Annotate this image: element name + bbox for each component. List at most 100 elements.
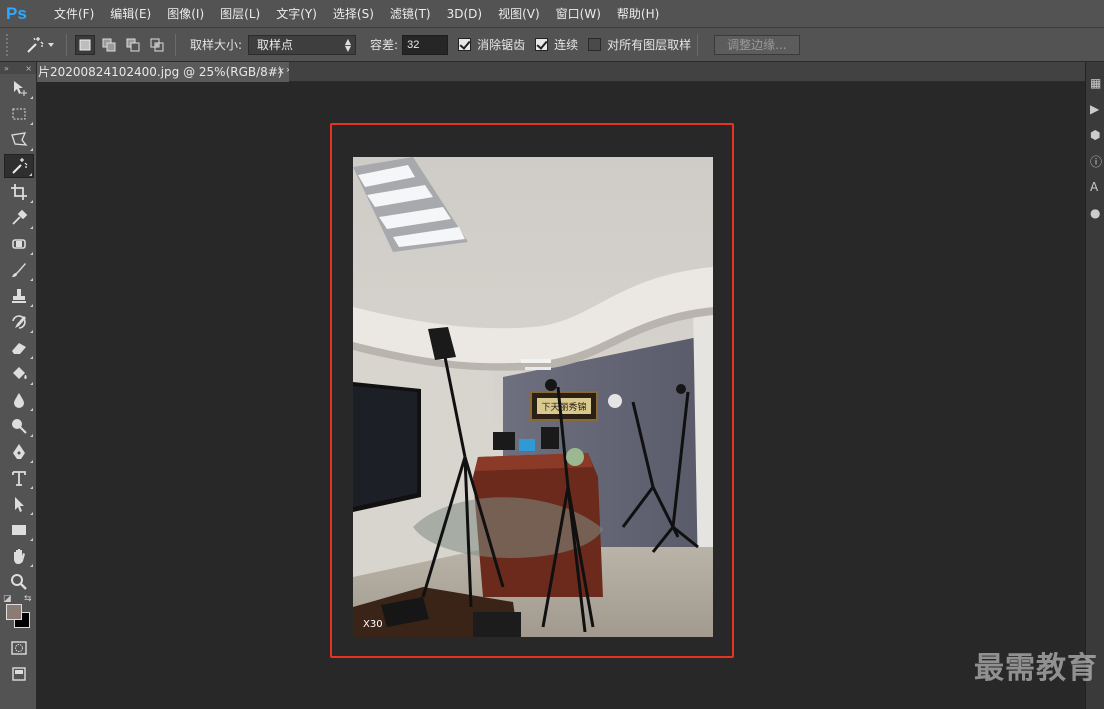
menu-image[interactable]: 图像(I) <box>159 0 212 28</box>
screen-mode-icon <box>12 667 26 681</box>
marquee-tool[interactable] <box>4 102 34 126</box>
actions-panel-icon[interactable]: ▶ <box>1086 96 1104 122</box>
path-selection-tool[interactable] <box>4 492 34 516</box>
new-selection-icon <box>79 39 91 50</box>
type-icon <box>12 471 26 486</box>
quick-mask-icon <box>11 641 27 655</box>
rectangle-tool[interactable] <box>4 518 34 542</box>
swap-colors-icon[interactable]: ⇆ <box>24 594 32 604</box>
close-tab-icon[interactable]: × <box>277 62 285 82</box>
hand-icon <box>14 549 25 564</box>
new-selection-button[interactable] <box>75 34 95 55</box>
character-panel-icon[interactable]: A <box>1086 174 1104 200</box>
refine-edge-button[interactable]: 调整边缘... <box>714 34 800 55</box>
menu-edit[interactable]: 编辑(E) <box>102 0 159 28</box>
screen-mode-button[interactable] <box>4 662 34 686</box>
eyedropper-tool[interactable] <box>4 206 34 230</box>
info-panel-icon[interactable]: ⓘ <box>1086 148 1104 174</box>
blur-tool[interactable] <box>4 388 34 412</box>
add-selection-icon <box>102 38 116 51</box>
tolerance-input[interactable]: 32 <box>402 34 449 55</box>
tolerance-label: 容差: <box>370 38 399 52</box>
crop-icon <box>11 184 27 200</box>
polygonal-lasso-icon <box>11 132 28 146</box>
menu-view[interactable]: 视图(V) <box>490 0 548 28</box>
type-tool[interactable] <box>4 466 34 490</box>
menu-layer[interactable]: 图层(L) <box>212 0 268 28</box>
subtract-selection-icon <box>126 38 140 51</box>
menu-help[interactable]: 帮助(H) <box>609 0 667 28</box>
contiguous-checkbox[interactable]: 连续 <box>535 36 578 53</box>
toolbox-header: » × <box>0 62 36 74</box>
menu-type[interactable]: 文字(Y) <box>268 0 325 28</box>
sample-size-label: 取样大小: <box>190 38 243 52</box>
antialias-checkbox[interactable]: 消除锯齿 <box>458 36 525 53</box>
water-drop-icon <box>14 393 24 408</box>
zoom-icon <box>11 574 27 590</box>
right-panel-strip: ▦ ▶ ⬢ ⓘ A ● <box>1085 62 1104 709</box>
sample-size-value: 取样点 <box>257 38 294 52</box>
intersect-selection-button[interactable] <box>147 35 167 55</box>
subtract-from-selection-button[interactable] <box>123 35 143 55</box>
move-icon <box>14 81 27 96</box>
paragraph-panel-icon[interactable]: ● <box>1086 200 1104 226</box>
sample-all-layers-checkbox[interactable]: 对所有图层取样 <box>588 36 691 53</box>
history-brush-icon <box>12 315 26 329</box>
document-tab-title: 图片20200824102400.jpg @ 25%(RGB/8#) * <box>37 65 289 79</box>
pen-tool[interactable] <box>4 440 34 464</box>
dodge-icon <box>12 419 27 434</box>
close-icon[interactable]: × <box>25 64 32 73</box>
history-brush-tool[interactable] <box>4 310 34 334</box>
photoshop-logo: Ps <box>6 3 27 23</box>
healing-brush-tool[interactable] <box>4 232 34 256</box>
checkbox-unchecked-icon <box>588 38 602 51</box>
quick-mask-button[interactable] <box>4 636 34 660</box>
default-colors-icon[interactable]: ◪ <box>3 594 12 604</box>
add-to-selection-button[interactable] <box>99 35 119 55</box>
canvas-area[interactable]: 下天丽秀锦 X30 <box>37 82 1085 709</box>
history-panel-icon[interactable]: ▦ <box>1086 70 1104 96</box>
menu-select[interactable]: 选择(S) <box>325 0 382 28</box>
intersect-selection-icon <box>150 38 164 51</box>
expand-icon[interactable]: » <box>4 64 9 73</box>
spinner-arrows-icon: ▲ ▼ <box>344 36 352 53</box>
zoom-tool[interactable] <box>4 570 34 594</box>
hand-tool[interactable] <box>4 544 34 568</box>
checkbox-checked-icon <box>458 38 472 51</box>
sample-size-select[interactable]: 取样点 ▲ ▼ <box>248 34 357 55</box>
toolbox: » × ◪ ⇆ <box>0 62 37 709</box>
eraser-tool[interactable] <box>4 336 34 360</box>
clone-stamp-tool[interactable] <box>4 284 34 308</box>
magic-wand-icon <box>12 158 28 174</box>
sample-all-layers-label: 对所有图层取样 <box>607 38 692 52</box>
paint-bucket-tool[interactable] <box>4 362 34 386</box>
watermark-text: 最需教育 <box>974 651 1098 686</box>
menu-filter[interactable]: 滤镜(T) <box>382 0 439 28</box>
antialias-label: 消除锯齿 <box>477 38 526 52</box>
tool-preset-picker[interactable] <box>18 33 60 57</box>
chevron-down-icon <box>48 42 54 47</box>
brush-tool[interactable] <box>4 258 34 282</box>
move-tool[interactable] <box>4 76 34 100</box>
document-tabs: 图片20200824102400.jpg @ 25%(RGB/8#) * × <box>37 62 1085 82</box>
menu-file[interactable]: 文件(F) <box>46 0 102 28</box>
color-swatches: ◪ ⇆ <box>0 594 37 634</box>
document-tab[interactable]: 图片20200824102400.jpg @ 25%(RGB/8#) * × <box>37 62 289 82</box>
brush-icon <box>12 263 26 277</box>
options-bar-grip[interactable] <box>6 33 12 56</box>
checkbox-checked-icon <box>535 38 549 51</box>
menu-3d[interactable]: 3D(D) <box>439 0 490 28</box>
bandage-icon <box>12 239 26 249</box>
options-bar: 取样大小: 取样点 ▲ ▼ 容差: 32 消除锯齿 连续 对所有图层取样 调整边缘… <box>0 28 1104 62</box>
magic-wand-tool[interactable] <box>4 154 34 178</box>
lasso-tool[interactable] <box>4 128 34 152</box>
menu-window[interactable]: 窗口(W) <box>548 0 609 28</box>
rect-marquee-icon <box>12 108 26 120</box>
crop-tool[interactable] <box>4 180 34 204</box>
foreground-color[interactable] <box>6 604 22 620</box>
menu-bar: Ps 文件(F) 编辑(E) 图像(I) 图层(L) 文字(Y) 选择(S) 滤… <box>0 0 1104 28</box>
magic-wand-icon <box>27 36 44 53</box>
arrow-cursor-icon <box>15 497 24 512</box>
dodge-tool[interactable] <box>4 414 34 438</box>
3d-panel-icon[interactable]: ⬢ <box>1086 122 1104 148</box>
